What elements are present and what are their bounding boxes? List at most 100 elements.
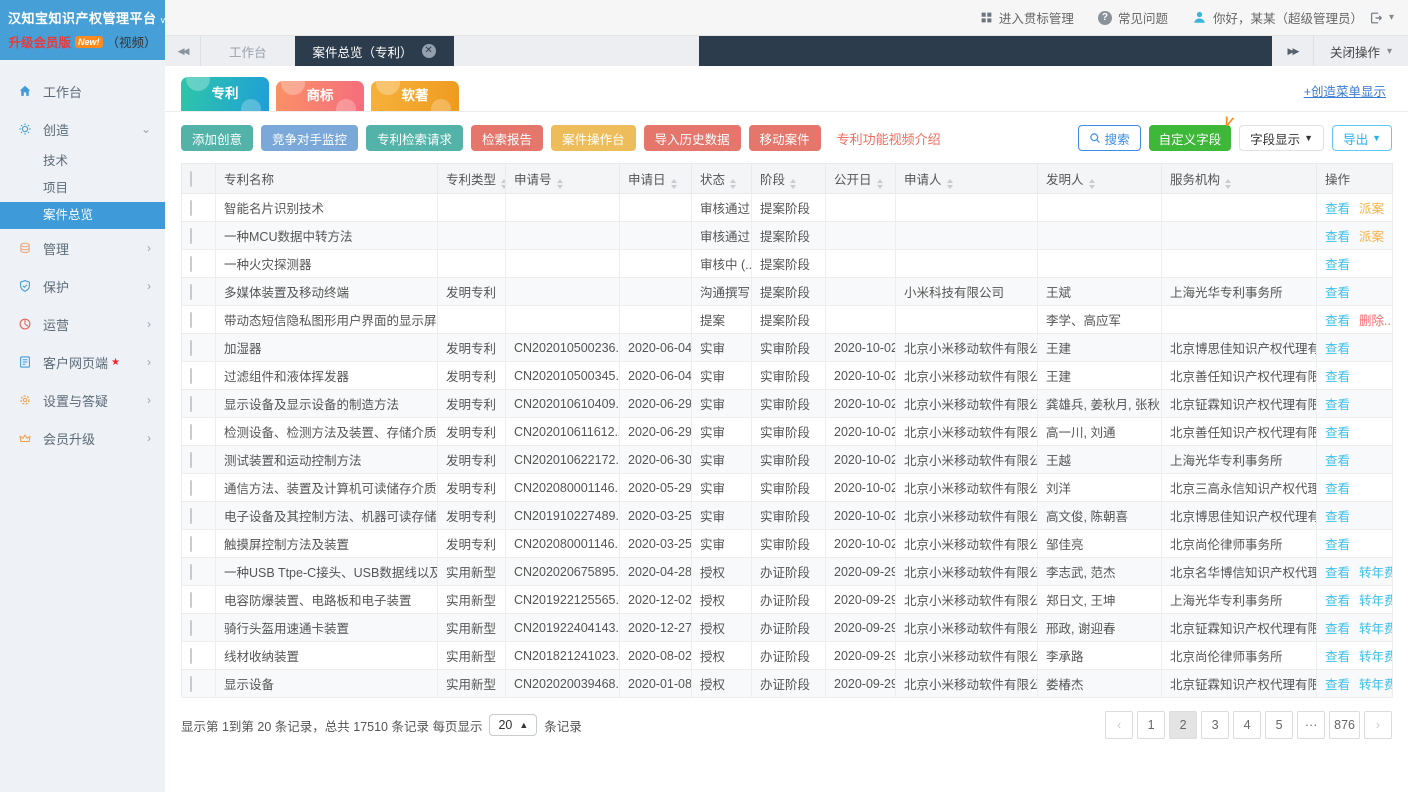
- column-header[interactable]: 状态: [692, 164, 752, 194]
- sidebar-item-technology[interactable]: 技术: [0, 148, 165, 175]
- video-link[interactable]: （视频）: [107, 32, 157, 51]
- view-link[interactable]: 查看: [1325, 482, 1350, 496]
- row-checkbox[interactable]: [190, 368, 192, 384]
- delete-link[interactable]: 删除...: [1359, 314, 1392, 328]
- row-checkbox[interactable]: [190, 340, 192, 356]
- tab-trademark[interactable]: 商标: [276, 81, 364, 111]
- select-all-checkbox[interactable]: [190, 171, 192, 187]
- sidebar-item-case-overview[interactable]: 案件总览: [0, 202, 165, 229]
- view-link[interactable]: 查看: [1325, 370, 1350, 384]
- column-header[interactable]: 申请人: [896, 164, 1038, 194]
- tab-case-overview-patent[interactable]: 案件总览（专利） ✕: [295, 36, 454, 66]
- fee-link[interactable]: 转年费: [1359, 566, 1392, 580]
- field-display-button[interactable]: 字段显示 ▼: [1239, 125, 1324, 151]
- assign-link[interactable]: 派案: [1359, 202, 1384, 216]
- row-checkbox[interactable]: [190, 256, 192, 272]
- column-header[interactable]: 专利类型: [438, 164, 506, 194]
- search-button[interactable]: 搜索: [1078, 125, 1141, 151]
- benchmark-manage-link[interactable]: 进入贯标管理: [980, 8, 1074, 27]
- action-button[interactable]: 竞争对手监控: [261, 125, 358, 151]
- caret-down-icon[interactable]: ▾: [1389, 12, 1394, 23]
- tab-patent[interactable]: 专利: [181, 77, 269, 111]
- view-link[interactable]: 查看: [1325, 398, 1350, 412]
- action-button[interactable]: 检索报告: [471, 125, 543, 151]
- view-link[interactable]: 查看: [1325, 566, 1350, 580]
- sidebar-item-member-upgrade[interactable]: 会员升级 ›: [0, 419, 165, 457]
- column-header[interactable]: 申请日: [620, 164, 692, 194]
- row-checkbox[interactable]: [190, 452, 192, 468]
- row-checkbox[interactable]: [190, 592, 192, 608]
- sidebar-item-operations[interactable]: 运营 ›: [0, 305, 165, 343]
- view-link[interactable]: 查看: [1325, 594, 1350, 608]
- view-link[interactable]: 查看: [1325, 258, 1350, 272]
- scroll-tabs-left-button[interactable]: ◀◀: [165, 36, 201, 66]
- row-checkbox[interactable]: [190, 620, 192, 636]
- faq-link[interactable]: ? 常见问题: [1098, 8, 1168, 27]
- upgrade-member-link[interactable]: 升级会员版: [8, 32, 71, 51]
- row-checkbox[interactable]: [190, 648, 192, 664]
- scroll-tabs-right-button[interactable]: ▶▶: [1272, 36, 1314, 66]
- sort-icon[interactable]: [947, 179, 953, 189]
- view-link[interactable]: 查看: [1325, 454, 1350, 468]
- page-button[interactable]: 876: [1329, 711, 1360, 739]
- column-header[interactable]: 服务机构: [1162, 164, 1317, 194]
- fee-link[interactable]: 转年费: [1359, 594, 1392, 608]
- view-link[interactable]: 查看: [1325, 678, 1350, 692]
- row-checkbox[interactable]: [190, 564, 192, 580]
- view-link[interactable]: 查看: [1325, 314, 1350, 328]
- create-menu-display-link[interactable]: +创造菜单显示: [1304, 81, 1386, 100]
- row-checkbox[interactable]: [190, 424, 192, 440]
- column-header[interactable]: 阶段: [752, 164, 826, 194]
- row-checkbox[interactable]: [190, 676, 192, 692]
- patent-video-intro-link[interactable]: 专利功能视频介绍: [837, 129, 941, 148]
- sidebar-item-protect[interactable]: 保护 ›: [0, 267, 165, 305]
- row-checkbox[interactable]: [190, 396, 192, 412]
- tab-software[interactable]: 软著: [371, 81, 459, 111]
- row-checkbox[interactable]: [190, 228, 192, 244]
- sort-icon[interactable]: [790, 179, 796, 189]
- view-link[interactable]: 查看: [1325, 342, 1350, 356]
- page-button[interactable]: 2: [1169, 711, 1197, 739]
- view-link[interactable]: 查看: [1325, 426, 1350, 440]
- sidebar-item-workbench[interactable]: 工作台: [0, 72, 165, 110]
- action-button[interactable]: 添加创意: [181, 125, 253, 151]
- fee-link[interactable]: 转年费: [1359, 678, 1392, 692]
- logout-icon[interactable]: [1369, 11, 1383, 25]
- view-link[interactable]: 查看: [1325, 538, 1350, 552]
- sort-icon[interactable]: [877, 179, 883, 189]
- action-button[interactable]: 导入历史数据: [644, 125, 741, 151]
- page-button[interactable]: 4: [1233, 711, 1261, 739]
- page-ellipsis[interactable]: ···: [1297, 711, 1325, 739]
- row-checkbox[interactable]: [190, 536, 192, 552]
- column-header[interactable]: 发明人: [1038, 164, 1162, 194]
- view-link[interactable]: 查看: [1325, 202, 1350, 216]
- assign-link[interactable]: 派案: [1359, 230, 1384, 244]
- sort-icon[interactable]: [1225, 179, 1231, 189]
- fee-link[interactable]: 转年费: [1359, 622, 1392, 636]
- sidebar-item-create[interactable]: 创造 ⌄: [0, 110, 165, 148]
- sort-icon[interactable]: [730, 179, 736, 189]
- sort-icon[interactable]: [1089, 179, 1095, 189]
- row-checkbox[interactable]: [190, 508, 192, 524]
- next-page-button[interactable]: ›: [1364, 711, 1392, 739]
- view-link[interactable]: 查看: [1325, 286, 1350, 300]
- sort-icon[interactable]: [557, 179, 563, 189]
- row-checkbox[interactable]: [190, 284, 192, 300]
- page-size-select[interactable]: 20 ▲: [489, 714, 537, 736]
- fee-link[interactable]: 转年费: [1359, 650, 1392, 664]
- view-link[interactable]: 查看: [1325, 230, 1350, 244]
- close-tab-icon[interactable]: ✕: [422, 44, 436, 58]
- sidebar-item-client-web[interactable]: 客户网页端 ★ ›: [0, 343, 165, 381]
- row-checkbox[interactable]: [190, 480, 192, 496]
- sort-icon[interactable]: [501, 179, 505, 189]
- action-button[interactable]: 专利检索请求: [366, 125, 463, 151]
- prev-page-button[interactable]: ‹: [1105, 711, 1133, 739]
- sidebar-item-settings[interactable]: 设置与答疑 ›: [0, 381, 165, 419]
- view-link[interactable]: 查看: [1325, 650, 1350, 664]
- export-button[interactable]: 导出 ▼: [1332, 125, 1392, 151]
- action-button[interactable]: 案件操作台: [551, 125, 636, 151]
- sidebar-item-manage[interactable]: 管理 ›: [0, 229, 165, 267]
- column-header[interactable]: 申请号: [506, 164, 620, 194]
- page-button[interactable]: 5: [1265, 711, 1293, 739]
- user-menu[interactable]: 你好，某某（超级管理员） ▾: [1192, 8, 1394, 27]
